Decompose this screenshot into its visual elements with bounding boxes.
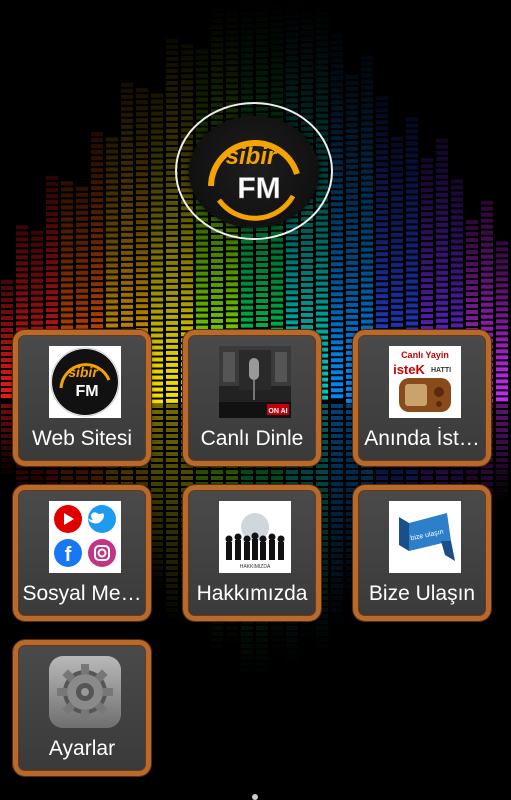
svg-text:FM: FM <box>75 383 98 400</box>
tile-label: Anında İst… <box>364 427 480 450</box>
settings-gears-icon <box>49 656 121 728</box>
svg-text:HAKKIMIZDA: HAKKIMIZDA <box>240 564 271 570</box>
logo-line2: FM <box>237 172 280 205</box>
tile-label: Hakkımızda <box>196 582 308 605</box>
social-media-icon: f <box>49 501 121 573</box>
tile-label: Ayarlar <box>48 737 116 760</box>
studio-microphone-icon: ON AI <box>219 346 291 418</box>
people-globe-icon: HAKKIMIZDA <box>219 501 291 573</box>
app-logo: sibir FM <box>175 102 335 242</box>
contact-banner-icon: bize ulaşın <box>389 501 461 573</box>
tile-aninda-istek[interactable]: Canlı Yayin isteK HATTI Anında İst… <box>353 330 491 466</box>
tile-sosyal-medya[interactable]: f Sosyal Me… <box>13 485 151 621</box>
tile-label: Web Sitesi <box>32 427 132 450</box>
tile-label: Canlı Dinle <box>200 427 304 450</box>
svg-text:HATTI: HATTI <box>431 367 451 374</box>
logo-line1: sibir <box>226 143 278 170</box>
tile-hakkimizda[interactable]: HAKKIMIZDA Hakkımızda <box>183 485 321 621</box>
page-indicator-dot <box>252 794 258 800</box>
tile-label: Bize Ulaşın <box>368 582 476 605</box>
sibir-fm-logo-icon: sibir FM <box>49 346 121 418</box>
radio-request-icon: Canlı Yayin isteK HATTI <box>389 346 461 418</box>
tile-bize-ulasin[interactable]: bize ulaşın Bize Ulaşın <box>353 485 491 621</box>
tile-canli-dinle[interactable]: ON AI Canlı Dinle <box>183 330 321 466</box>
svg-text:isteK: isteK <box>393 362 425 377</box>
svg-text:sibir: sibir <box>68 364 99 380</box>
tile-web-sitesi[interactable]: sibir FM Web Sitesi <box>13 330 151 466</box>
tile-label: Sosyal Me… <box>22 582 142 605</box>
svg-text:f: f <box>65 544 72 566</box>
svg-text:Canlı Yayin: Canlı Yayin <box>401 350 449 360</box>
tile-ayarlar[interactable]: Ayarlar <box>13 640 151 776</box>
svg-text:ON AI: ON AI <box>268 408 287 415</box>
